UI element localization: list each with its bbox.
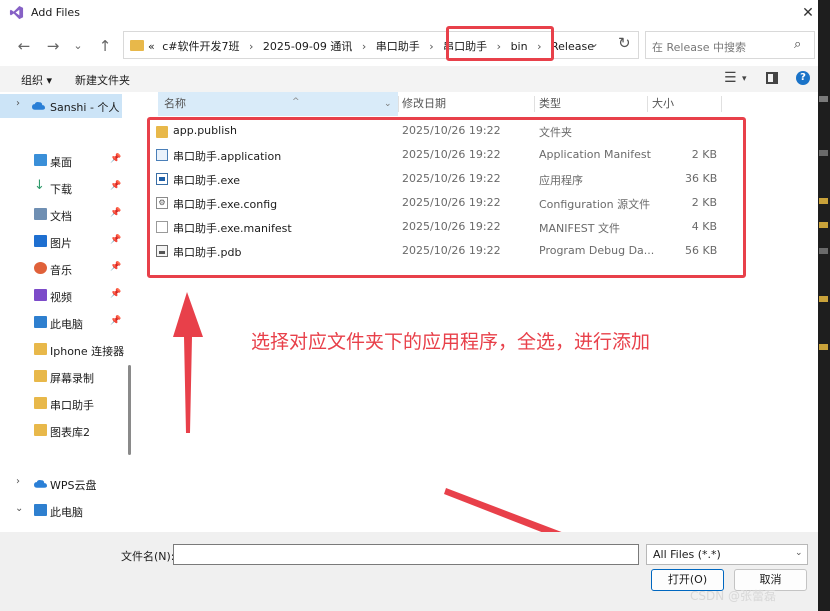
instruction-annotation: 选择对应文件夹下的应用程序，全选，进行添加 [251, 331, 651, 353]
background-glyph [819, 222, 828, 228]
filename-input[interactable] [173, 544, 639, 565]
background-glyph [819, 150, 828, 156]
filename-label: 文件名(N): [121, 550, 175, 563]
background-window-strip [818, 0, 830, 611]
background-glyph [819, 296, 828, 302]
watermark: CSDN @张蕾磊 [690, 589, 777, 603]
file-type-filter-value: All Files (*.*) [653, 548, 721, 561]
annotation-arrows [173, 292, 656, 570]
background-glyph [819, 96, 828, 102]
background-glyph [819, 198, 828, 204]
file-type-filter[interactable]: All Files (*.*) ⌄ [646, 544, 808, 565]
background-glyph [819, 248, 828, 254]
up-arrow-annotation [173, 292, 203, 433]
chevron-down-icon: ⌄ [795, 548, 803, 558]
background-glyph [819, 344, 828, 350]
